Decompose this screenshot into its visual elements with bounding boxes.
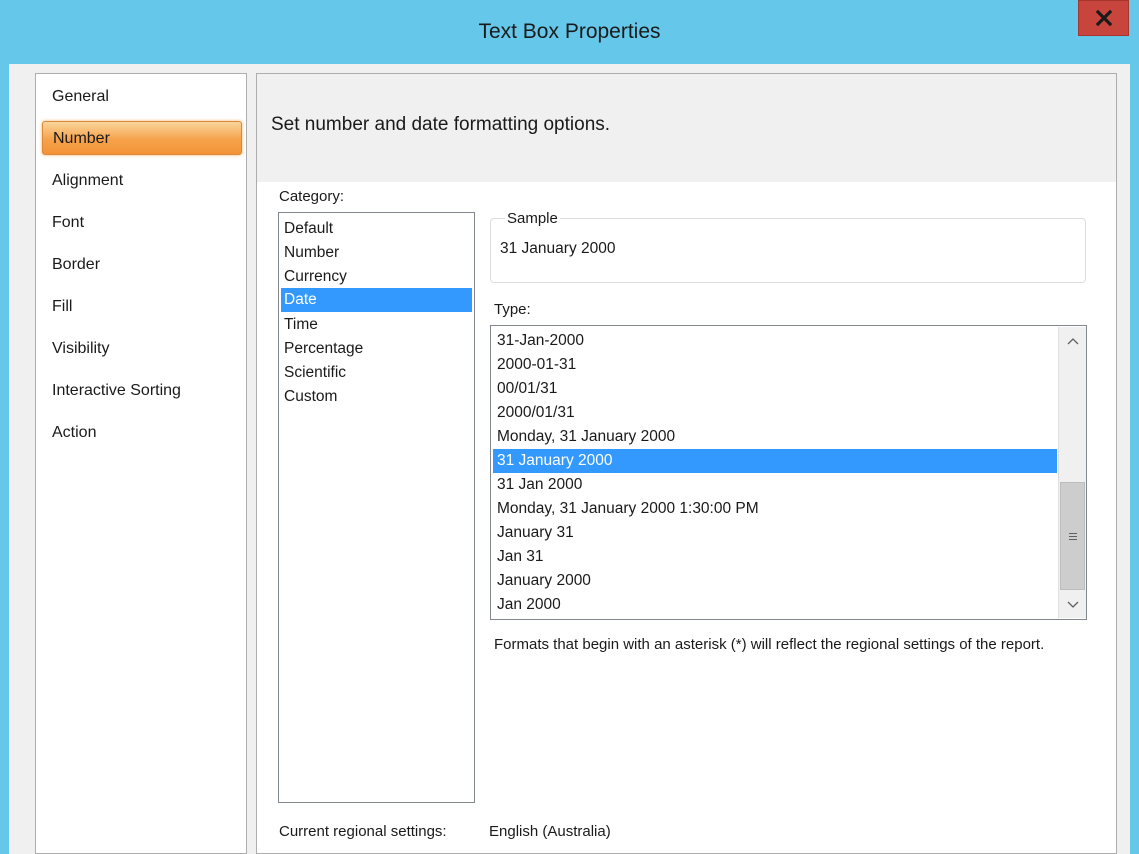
type-item[interactable]: January 31 — [493, 521, 1057, 545]
type-item[interactable]: 31-Jan-2000 — [493, 329, 1057, 353]
regional-settings-value: English (Australia) — [489, 823, 611, 840]
category-label: Category: — [279, 188, 345, 205]
type-list[interactable]: 31-Jan-2000 2000-01-31 00/01/31 2000/01/… — [490, 325, 1087, 620]
title-bar: Text Box Properties — [0, 0, 1139, 64]
type-item[interactable]: Jan 2000 — [493, 593, 1057, 617]
category-nav: General Number Alignment Font Border Fil… — [35, 73, 247, 854]
type-label: Type: — [494, 301, 531, 318]
scroll-up-button[interactable] — [1059, 329, 1086, 353]
window-title: Text Box Properties — [478, 20, 661, 43]
type-item-selected[interactable]: 31 January 2000 — [493, 449, 1057, 473]
nav-item-font[interactable]: Font — [42, 206, 242, 240]
nav-item-interactive-sorting[interactable]: Interactive Sorting — [42, 374, 242, 408]
type-item[interactable]: Jan 31 — [493, 545, 1057, 569]
grip-icon — [1068, 532, 1077, 540]
nav-item-number[interactable]: Number — [42, 121, 242, 155]
type-item[interactable]: Monday, 31 January 2000 — [493, 425, 1057, 449]
close-button[interactable] — [1078, 0, 1129, 36]
type-item[interactable]: 00/01/31 — [493, 377, 1057, 401]
nav-item-action[interactable]: Action — [42, 416, 242, 450]
nav-item-border[interactable]: Border — [42, 248, 242, 282]
type-item[interactable]: 31 Jan 2000 — [493, 473, 1057, 497]
sample-label: Sample — [505, 210, 560, 227]
nav-item-visibility[interactable]: Visibility — [42, 332, 242, 366]
page-heading: Set number and date formatting options. — [271, 114, 611, 135]
type-item[interactable]: January 2000 — [493, 569, 1057, 593]
category-item-currency[interactable]: Currency — [281, 265, 472, 289]
nav-item-alignment[interactable]: Alignment — [42, 164, 242, 198]
chevron-up-icon — [1067, 338, 1078, 345]
category-item-percentage[interactable]: Percentage — [281, 337, 472, 361]
nav-item-general[interactable]: General — [42, 80, 242, 114]
category-item-custom[interactable]: Custom — [281, 385, 472, 409]
sample-value: 31 January 2000 — [500, 240, 616, 257]
regional-settings-label: Current regional settings: — [279, 823, 447, 840]
category-item-date[interactable]: Date — [281, 288, 472, 312]
category-item-scientific[interactable]: Scientific — [281, 361, 472, 385]
type-list-scrollbar[interactable] — [1058, 327, 1086, 618]
scroll-down-button[interactable] — [1059, 593, 1086, 617]
content-header: Set number and date formatting options. — [257, 74, 1116, 182]
category-item-default[interactable]: Default — [281, 217, 472, 241]
category-list[interactable]: Default Number Currency Date Time Percen… — [278, 212, 475, 803]
category-item-number[interactable]: Number — [281, 241, 472, 265]
asterisk-note: Formats that begin with an asterisk (*) … — [494, 636, 1045, 653]
type-item[interactable]: 2000-01-31 — [493, 353, 1057, 377]
type-item[interactable]: Monday, 31 January 2000 1:30:00 PM — [493, 497, 1057, 521]
close-icon — [1095, 9, 1112, 27]
type-item[interactable]: 2000/01/31 — [493, 401, 1057, 425]
scroll-thumb[interactable] — [1060, 482, 1085, 590]
chevron-down-icon — [1067, 601, 1078, 608]
nav-item-fill[interactable]: Fill — [42, 290, 242, 324]
category-item-time[interactable]: Time — [281, 313, 472, 337]
